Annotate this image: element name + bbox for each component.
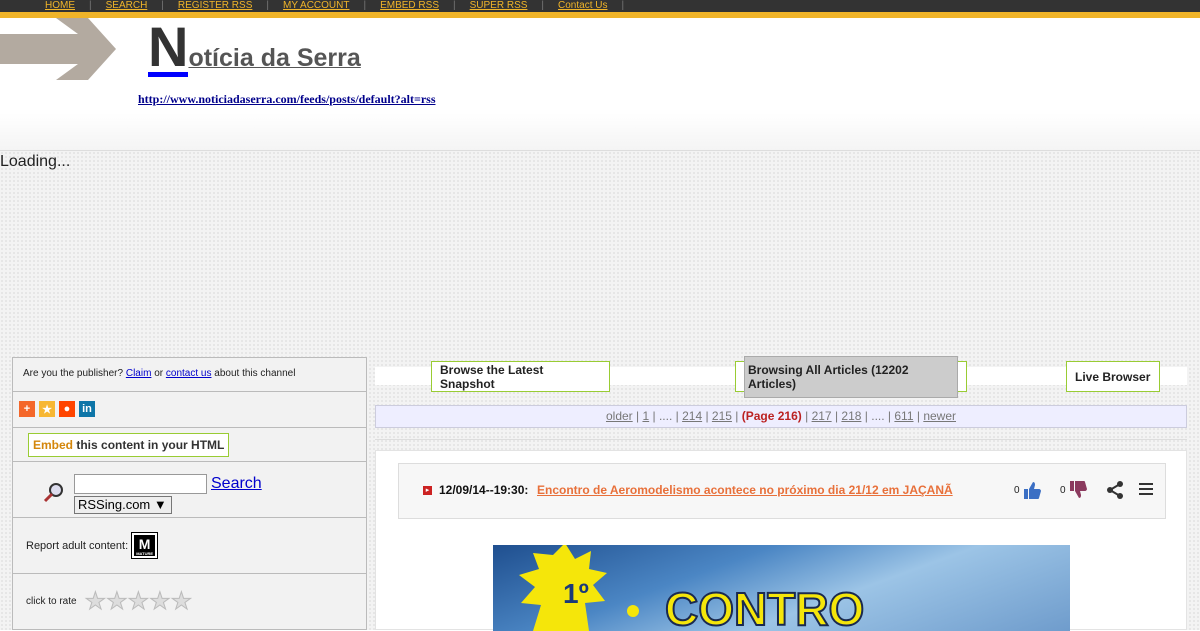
- publisher-prefix: Are you the publisher?: [23, 368, 124, 379]
- search-row: Search RSSing.com ▼: [13, 462, 366, 518]
- or-text: or: [154, 368, 164, 379]
- adult-label: Report adult content:: [26, 539, 129, 552]
- pager-dots-2: ....: [871, 409, 885, 423]
- article-card: ▸ 12/09/14--19:30: Encontro de Aeromodel…: [375, 450, 1187, 631]
- article-date: 12/09/14--19:30:: [439, 483, 529, 497]
- arrow-right-icon: [0, 18, 116, 80]
- loading-text: Loading...: [0, 153, 71, 170]
- dislike-count: 0: [1060, 484, 1066, 496]
- mature-report-button[interactable]: M MATURE: [131, 532, 159, 559]
- pager-page-218[interactable]: 218: [841, 409, 861, 423]
- pager-page-1[interactable]: 1: [642, 409, 649, 423]
- article-title-link[interactable]: Encontro de Aeromodelismo acontece no pr…: [537, 483, 991, 497]
- banner-number: 1º: [563, 578, 589, 609]
- site-header: Notícia da Serra http://www.noticiadaser…: [0, 18, 1200, 151]
- pager-current: (Page 216): [741, 409, 802, 423]
- magnifier-icon: [43, 483, 63, 503]
- publisher-row: Are you the publisher? Claim or contact …: [13, 358, 366, 392]
- reddit-icon[interactable]: ●: [59, 401, 75, 417]
- linkedin-icon[interactable]: in: [79, 401, 95, 417]
- pager-newer[interactable]: newer: [923, 409, 956, 423]
- search-scope-select[interactable]: RSSing.com ▼: [74, 496, 172, 514]
- share-row: + ★ ● in: [13, 392, 366, 428]
- add-share-icon[interactable]: +: [19, 401, 35, 417]
- claim-link[interactable]: Claim: [126, 368, 152, 379]
- site-title-link[interactable]: Notícia da Serra: [148, 15, 361, 78]
- like-count: 0: [1014, 484, 1020, 496]
- chevron-down-icon: ▼: [153, 497, 167, 512]
- nav-home[interactable]: HOME: [45, 0, 75, 11]
- pager-older[interactable]: older: [606, 409, 633, 423]
- article-header: ▸ 12/09/14--19:30: Encontro de Aeromodel…: [398, 463, 1166, 519]
- article-image[interactable]: 1º CONTRO: [493, 545, 1070, 631]
- search-scope-value: RSSing.com: [78, 497, 151, 512]
- favorite-star-icon[interactable]: ★: [39, 401, 55, 417]
- browse-all-button[interactable]: Browsing All Articles (12202 Articles): [735, 355, 967, 398]
- embed-row: Embed this content in your HTML: [13, 428, 366, 462]
- browse-latest-button[interactable]: Browse the Latest Snapshot: [431, 361, 610, 392]
- publisher-suffix: about this channel: [214, 368, 296, 379]
- pager-page-214[interactable]: 214: [682, 409, 702, 423]
- contact-link[interactable]: contact us: [166, 368, 212, 379]
- thumbs-up-icon: [1023, 482, 1041, 499]
- nav-register-rss[interactable]: REGISTER RSS: [178, 0, 252, 11]
- adult-row: Report adult content: M MATURE: [13, 518, 366, 574]
- top-nav-list: HOME | SEARCH | REGISTER RSS | MY ACCOUNT | …: [45, 0, 625, 11]
- share-icon[interactable]: [1105, 480, 1125, 500]
- like-control[interactable]: 0: [1014, 480, 1042, 500]
- embed-text: this content in your HTML: [76, 438, 225, 452]
- pager-page-217[interactable]: 217: [812, 409, 832, 423]
- site-title-rest: otícia da Serra: [188, 44, 361, 72]
- bullet-icon: ▸: [423, 486, 432, 495]
- nav-search[interactable]: SEARCH: [106, 0, 148, 11]
- search-input[interactable]: [74, 474, 207, 494]
- search-button[interactable]: Search: [211, 475, 262, 493]
- divider: [375, 439, 1187, 440]
- feed-url-link[interactable]: http://www.noticiadaserra.com/feeds/post…: [138, 92, 436, 107]
- browse-all-label: Browsing All Articles (12202 Articles): [744, 355, 958, 398]
- pagination: older | 1 | .... | 214 | 215 | (Page 216…: [375, 405, 1187, 428]
- mature-sub: MATURE: [136, 551, 154, 556]
- live-browser-button[interactable]: Live Browser: [1066, 361, 1160, 392]
- event-banner-graphic: 1º CONTRO: [519, 545, 865, 631]
- rate-label: click to rate: [26, 595, 77, 607]
- pager-page-215[interactable]: 215: [712, 409, 732, 423]
- rating-stars[interactable]: ★★★★★: [84, 587, 193, 616]
- nav-contact-us[interactable]: Contact Us: [558, 0, 607, 11]
- nav-my-account[interactable]: MY ACCOUNT: [283, 0, 350, 11]
- top-nav: HOME | SEARCH | REGISTER RSS | MY ACCOUNT | …: [0, 0, 1200, 12]
- menu-icon[interactable]: [1139, 482, 1153, 496]
- nav-embed-rss[interactable]: EMBED RSS: [380, 0, 439, 11]
- embed-button[interactable]: Embed this content in your HTML: [28, 433, 230, 457]
- thumbs-down-icon: [1069, 481, 1087, 498]
- pager-page-611[interactable]: 611: [894, 409, 913, 423]
- embed-word: Embed: [33, 438, 74, 452]
- dislike-control[interactable]: 0: [1060, 480, 1088, 500]
- site-title-initial: N: [148, 15, 189, 78]
- mature-letter: M: [138, 536, 151, 552]
- banner-text: CONTRO: [665, 583, 864, 631]
- rate-row: click to rate ★★★★★: [13, 574, 366, 628]
- nav-super-rss[interactable]: SUPER RSS: [470, 0, 528, 11]
- channel-sidebar: Are you the publisher? Claim or contact …: [12, 357, 367, 630]
- pager-dots: ....: [658, 409, 673, 423]
